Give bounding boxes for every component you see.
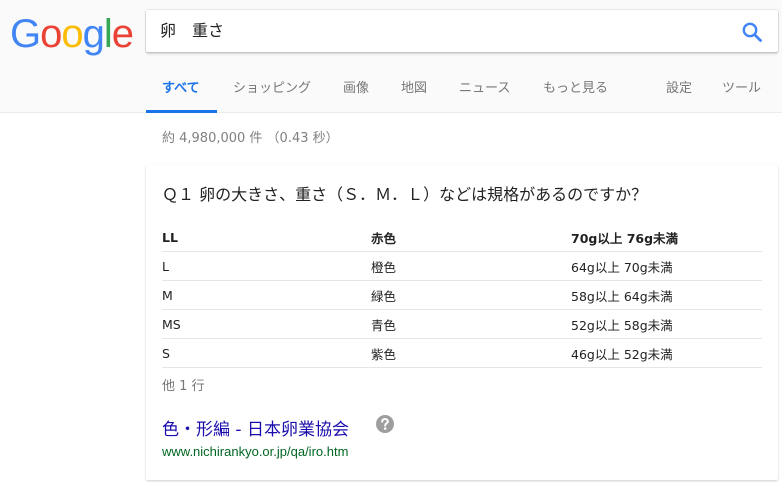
tab-label: 設定 bbox=[666, 81, 693, 96]
table-cell: MS bbox=[162, 309, 371, 339]
tab-label: もっと見る bbox=[543, 81, 609, 96]
table-row: MS 青色 52g以上 58g未満 bbox=[162, 309, 762, 339]
table-header-row: LL 赤色 70g以上 76g未満 bbox=[162, 223, 762, 252]
table-cell: 64g以上 70g未満 bbox=[571, 251, 762, 281]
logo-letter: l bbox=[103, 12, 113, 56]
tab-label: すべて bbox=[162, 81, 200, 96]
search-icon[interactable] bbox=[740, 20, 764, 44]
table-row: S 紫色 46g以上 52g未満 bbox=[162, 338, 762, 368]
table-header-cell: 赤色 bbox=[371, 223, 571, 252]
google-logo[interactable]: G o o g l e bbox=[10, 10, 134, 56]
logo-letter: g bbox=[82, 12, 105, 56]
tab-label: 画像 bbox=[343, 81, 370, 96]
table-cell: 46g以上 52g未満 bbox=[571, 338, 762, 368]
snippet-question: Ｑ１ 卵の大きさ、重さ（Ｓ．Ｍ．Ｌ）などは規格があるのですか？ bbox=[162, 185, 648, 204]
table-cell: L bbox=[162, 251, 371, 281]
tab-images[interactable]: 画像 bbox=[343, 76, 369, 112]
tab-shopping[interactable]: ショッピング bbox=[233, 76, 311, 112]
logo-letter: e bbox=[111, 12, 134, 56]
table-cell: 52g以上 58g未満 bbox=[571, 309, 762, 339]
table-row: M 緑色 58g以上 64g未満 bbox=[162, 280, 762, 310]
tab-settings[interactable]: 設定 bbox=[666, 76, 692, 112]
table-cell: 橙色 bbox=[371, 251, 571, 281]
header: G o o g l e すべて ショッピング 画像 地図 ニュース bbox=[0, 0, 782, 113]
tab-tools[interactable]: ツール bbox=[722, 76, 761, 112]
tab-all[interactable]: すべて bbox=[146, 76, 217, 113]
question-mark-icon[interactable] bbox=[375, 414, 395, 434]
featured-snippet: Ｑ１ 卵の大きさ、重さ（Ｓ．Ｍ．Ｌ）などは規格があるのですか？ LL 赤色 70… bbox=[146, 165, 778, 480]
tab-more[interactable]: もっと見る bbox=[543, 76, 608, 112]
more-rows-text: 他 1 行 bbox=[162, 379, 205, 394]
table-cell: 緑色 bbox=[371, 280, 571, 310]
table-row: L 橙色 64g以上 70g未満 bbox=[162, 251, 762, 281]
result-link-title[interactable]: 色・形編 - 日本卵業協会 bbox=[162, 415, 349, 440]
logo-letter: G bbox=[10, 12, 41, 56]
logo-letter: o bbox=[61, 12, 83, 56]
table-cell: M bbox=[162, 280, 371, 310]
table-header-cell: LL bbox=[162, 223, 371, 252]
table-cell: 青色 bbox=[371, 309, 571, 339]
table-cell: 58g以上 64g未満 bbox=[571, 280, 762, 310]
search-input[interactable] bbox=[160, 10, 720, 52]
table-cell: 紫色 bbox=[371, 338, 571, 368]
search-box bbox=[146, 10, 778, 52]
egg-size-table: LL 赤色 70g以上 76g未満 L 橙色 64g以上 70g未満 M 緑色 … bbox=[162, 223, 762, 368]
result-url: www.nichirankyo.or.jp/qa/iro.htm bbox=[162, 444, 349, 459]
search-tabs: すべて ショッピング 画像 地図 ニュース もっと見る 設定 ツール bbox=[0, 76, 782, 113]
tab-label: 地図 bbox=[401, 81, 428, 96]
logo-letter: o bbox=[40, 12, 62, 56]
table-cell: S bbox=[162, 338, 371, 368]
tab-label: ツール bbox=[722, 81, 762, 96]
table-header-cell: 70g以上 76g未満 bbox=[571, 223, 762, 252]
tab-label: ショッピング bbox=[233, 81, 312, 96]
result-stats: 約 4,980,000 件 （0.43 秒） bbox=[162, 131, 339, 146]
tab-maps[interactable]: 地図 bbox=[401, 76, 427, 112]
tab-news[interactable]: ニュース bbox=[459, 76, 510, 112]
tab-label: ニュース bbox=[459, 81, 511, 96]
